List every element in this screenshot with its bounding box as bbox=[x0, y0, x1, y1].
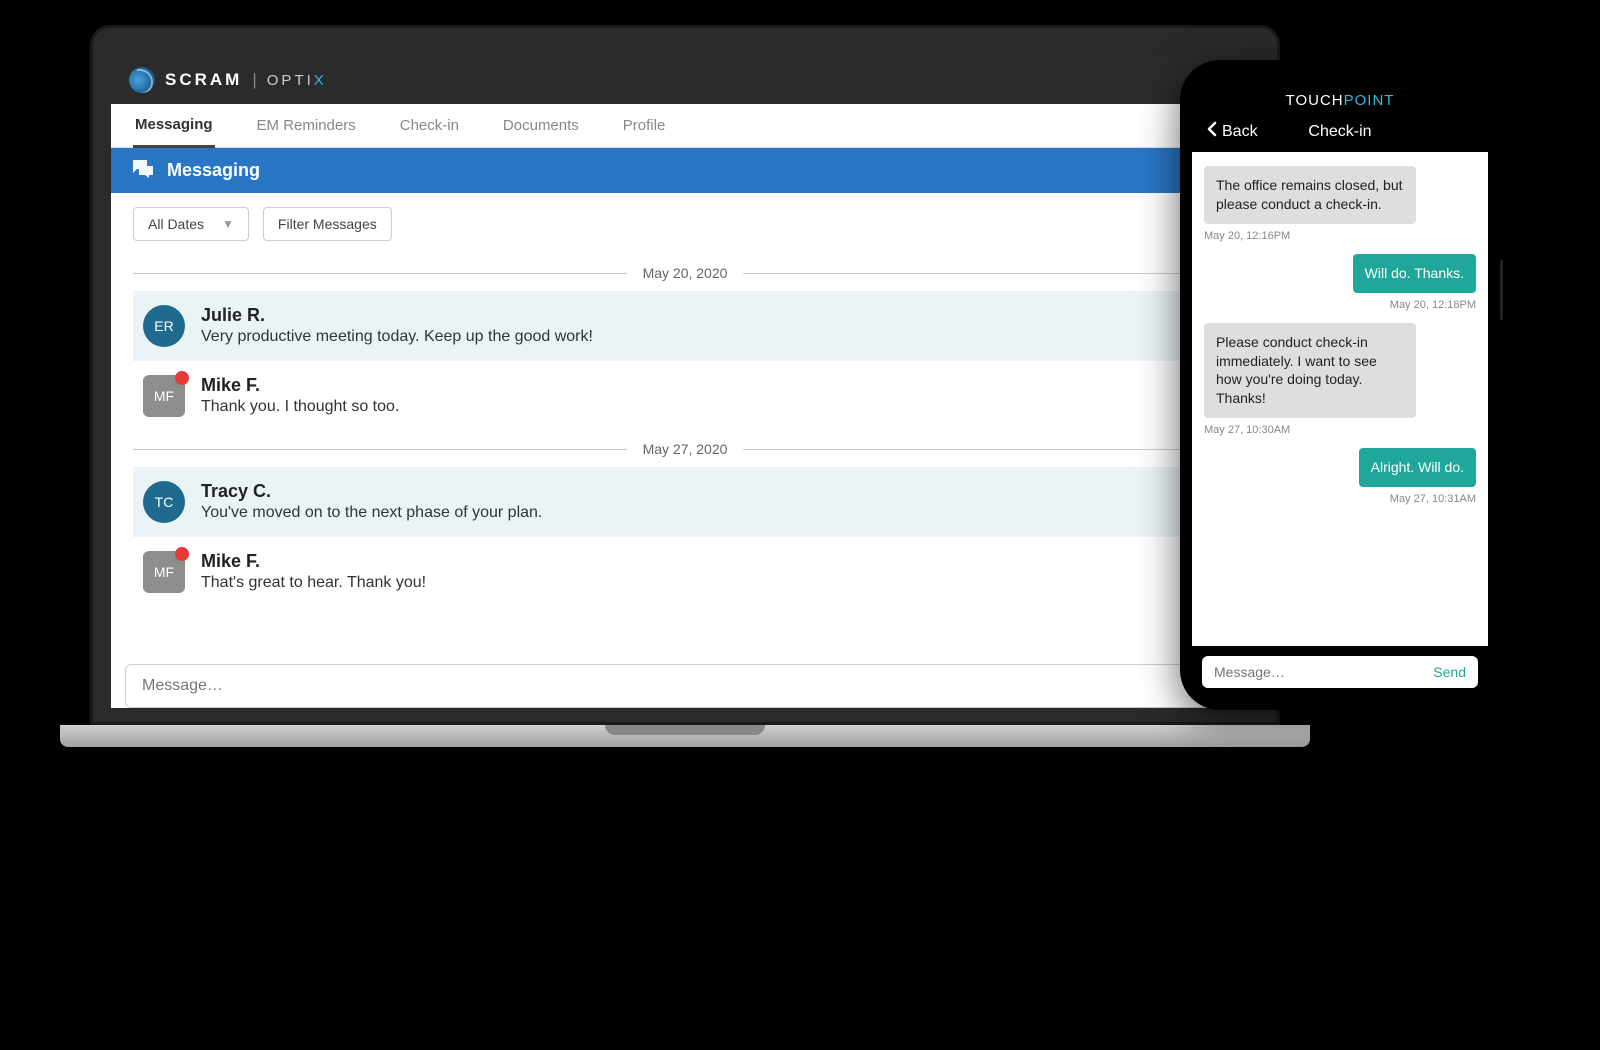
message-row[interactable]: MF Mike F. Thank you. I thought so too. bbox=[133, 361, 1237, 431]
send-button[interactable]: Send bbox=[1433, 664, 1466, 680]
date-select-label: All Dates bbox=[148, 216, 204, 232]
avatar: TC bbox=[143, 481, 185, 523]
message-row[interactable]: TC Tracy C. You've moved on to the next … bbox=[133, 467, 1237, 537]
laptop-frame: SCRAM | OPTIX Messaging EM Reminders Che… bbox=[90, 25, 1280, 747]
phone-screen: TOUCHPOINT Back Check-in The office rema… bbox=[1192, 72, 1488, 698]
message-text: That's great to hear. Thank you! bbox=[201, 574, 426, 592]
sender-name: Julie R. bbox=[201, 305, 593, 326]
date-separator: May 20, 2020 bbox=[133, 265, 1237, 281]
back-label: Back bbox=[1222, 123, 1258, 141]
laptop-base bbox=[60, 725, 1310, 747]
avatar: ER bbox=[143, 305, 185, 347]
chat-bubble-outgoing: Will do. Thanks. bbox=[1353, 254, 1476, 293]
notification-dot-icon bbox=[175, 371, 189, 385]
phone-frame: TOUCHPOINT Back Check-in The office rema… bbox=[1180, 60, 1500, 710]
brand-scram: SCRAM bbox=[165, 70, 242, 90]
scram-logo-icon bbox=[129, 67, 155, 93]
message-text: You've moved on to the next phase of you… bbox=[201, 504, 542, 522]
phone-title: Check-in bbox=[1308, 123, 1371, 141]
composer bbox=[125, 664, 1245, 708]
avatar: MF bbox=[143, 551, 185, 593]
sender-name: Mike F. bbox=[201, 551, 426, 572]
sender-name: Tracy C. bbox=[201, 481, 542, 502]
app-header: SCRAM | OPTIX bbox=[111, 56, 1259, 104]
brand-divider: | bbox=[252, 70, 256, 90]
message-text: Thank you. I thought so too. bbox=[201, 398, 399, 416]
nav-tabs: Messaging EM Reminders Check-in Document… bbox=[111, 104, 1259, 148]
message-thread: May 20, 2020 ER Julie R. Very productive… bbox=[111, 255, 1259, 654]
filter-row: All Dates ▼ Filter Messages bbox=[111, 193, 1259, 255]
timestamp: May 27, 10:31AM bbox=[1390, 493, 1476, 505]
filter-button-label: Filter Messages bbox=[278, 216, 377, 232]
section-bar: Messaging bbox=[111, 148, 1259, 193]
chat-bubble-incoming: The office remains closed, but please co… bbox=[1204, 166, 1416, 224]
phone-composer: Send bbox=[1192, 646, 1488, 698]
chevron-left-icon bbox=[1206, 121, 1218, 142]
chat-bubble-outgoing: Alright. Will do. bbox=[1359, 448, 1476, 487]
date-select[interactable]: All Dates ▼ bbox=[133, 207, 249, 241]
phone-notch bbox=[1270, 72, 1410, 94]
notification-dot-icon bbox=[175, 547, 189, 561]
laptop-screen: SCRAM | OPTIX Messaging EM Reminders Che… bbox=[90, 25, 1280, 725]
brand-optix: OPTIX bbox=[267, 72, 327, 89]
chevron-down-icon: ▼ bbox=[222, 217, 234, 231]
avatar: MF bbox=[143, 375, 185, 417]
tab-documents[interactable]: Documents bbox=[501, 105, 581, 146]
timestamp: May 27, 10:30AM bbox=[1204, 424, 1290, 436]
tab-em-reminders[interactable]: EM Reminders bbox=[255, 105, 358, 146]
back-button[interactable]: Back bbox=[1206, 121, 1258, 142]
message-text: Very productive meeting today. Keep up t… bbox=[201, 328, 593, 346]
chat-icon bbox=[131, 158, 155, 183]
message-row[interactable]: MF Mike F. That's great to hear. Thank y… bbox=[133, 537, 1237, 607]
phone-chat-thread[interactable]: The office remains closed, but please co… bbox=[1192, 152, 1488, 646]
phone-nav: Back Check-in bbox=[1192, 115, 1488, 152]
chat-bubble-incoming: Please conduct check-in immediately. I w… bbox=[1204, 323, 1416, 419]
timestamp: May 20, 12:16PM bbox=[1204, 230, 1290, 242]
laptop-notch bbox=[605, 725, 765, 735]
filter-messages-button[interactable]: Filter Messages bbox=[263, 207, 392, 241]
message-input[interactable] bbox=[125, 664, 1245, 708]
section-title: Messaging bbox=[167, 160, 260, 181]
tab-messaging[interactable]: Messaging bbox=[133, 104, 215, 148]
desktop-app: SCRAM | OPTIX Messaging EM Reminders Che… bbox=[111, 56, 1259, 708]
tab-profile[interactable]: Profile bbox=[621, 105, 668, 146]
message-row[interactable]: ER Julie R. Very productive meeting toda… bbox=[133, 291, 1237, 361]
phone-side-button bbox=[1500, 260, 1503, 320]
phone-message-input[interactable] bbox=[1214, 664, 1433, 680]
timestamp: May 20, 12:18PM bbox=[1390, 299, 1476, 311]
sender-name: Mike F. bbox=[201, 375, 399, 396]
tab-check-in[interactable]: Check-in bbox=[398, 105, 461, 146]
date-separator: May 27, 2020 bbox=[133, 441, 1237, 457]
